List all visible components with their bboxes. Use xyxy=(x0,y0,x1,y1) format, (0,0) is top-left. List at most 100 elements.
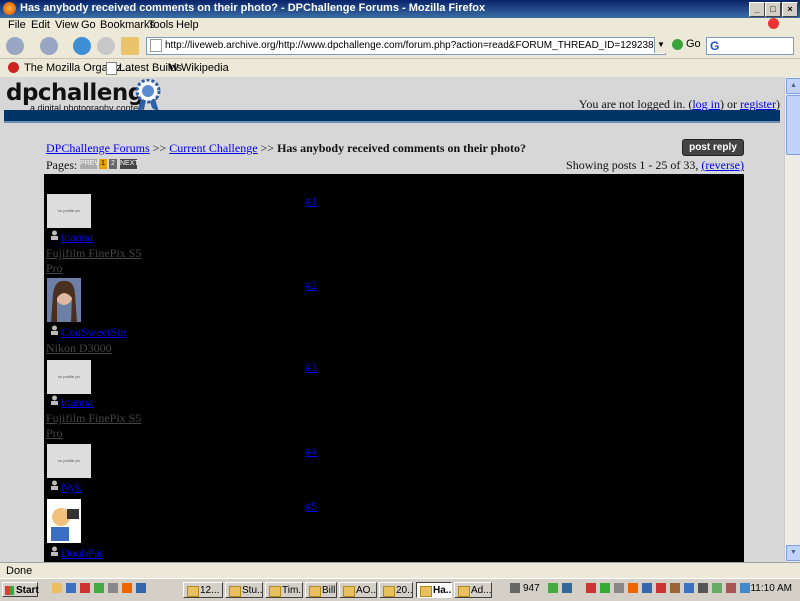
post-number-link[interactable]: #5 xyxy=(305,499,317,514)
post-number-link[interactable]: #2 xyxy=(305,278,317,293)
tray-icon[interactable] xyxy=(562,583,572,593)
taskbar-item[interactable]: Stu... xyxy=(225,582,263,598)
title-bar: Has anybody received comments on their p… xyxy=(0,0,800,18)
home-icon[interactable] xyxy=(121,37,139,55)
post-author-link[interactable]: ioanna xyxy=(61,230,93,245)
tray-icon[interactable] xyxy=(726,583,736,593)
taskbar-item[interactable]: 20... xyxy=(379,582,413,598)
menu-bookmarks[interactable]: Bookmarks xyxy=(100,19,155,31)
search-box[interactable]: G xyxy=(706,37,794,55)
post-author-link[interactable]: CouSweetSin xyxy=(61,325,126,340)
minimize-button[interactable]: _ xyxy=(749,2,765,17)
menu-edit[interactable]: Edit xyxy=(31,19,50,31)
windows-logo-icon xyxy=(5,586,14,595)
user-avatar[interactable] xyxy=(47,499,81,543)
no-profile-pic[interactable]: no profile pic xyxy=(47,360,91,394)
go-button[interactable]: Go xyxy=(672,38,701,50)
google-search-icon: G xyxy=(710,39,720,53)
taskbar-item[interactable]: Tim... xyxy=(265,582,303,598)
tray-icon[interactable] xyxy=(656,583,666,593)
quicklaunch-firefox-icon[interactable] xyxy=(122,583,132,593)
taskbar-item[interactable]: Ad... xyxy=(454,582,492,598)
login-link[interactable]: log in xyxy=(692,97,720,111)
quicklaunch-app-icon[interactable] xyxy=(80,583,90,593)
post-author-link[interactable]: DoubPat xyxy=(61,546,103,561)
tray-icon[interactable] xyxy=(628,583,638,593)
camera-link[interactable]: Fujifilm FinePix S5 xyxy=(46,246,141,261)
post-reply-button[interactable]: post reply xyxy=(682,139,744,156)
address-dropdown-button[interactable]: ▼ xyxy=(654,37,667,53)
volume-icon[interactable] xyxy=(740,583,750,593)
quicklaunch-extra-icon[interactable] xyxy=(136,583,146,593)
menu-view[interactable]: View xyxy=(55,19,79,31)
scroll-up-button[interactable]: ▲ xyxy=(786,78,800,94)
menu-go[interactable]: Go xyxy=(81,19,96,31)
camera-link-cont[interactable]: Pro xyxy=(46,261,63,276)
menu-tools[interactable]: Tools xyxy=(148,19,174,31)
page-2-button[interactable]: 2 xyxy=(109,159,117,169)
breadcrumb-forums[interactable]: DPChallenge Forums xyxy=(46,141,150,155)
tray-icon[interactable] xyxy=(684,583,694,593)
page-1-button[interactable]: 1 xyxy=(99,159,107,169)
quicklaunch-ie-icon[interactable] xyxy=(66,583,76,593)
quicklaunch-desktop-icon[interactable] xyxy=(94,583,104,593)
quicklaunch-folder-icon[interactable] xyxy=(52,583,62,593)
bookmark-wikipedia[interactable]: Wikipedia xyxy=(181,62,229,74)
tray-icon[interactable] xyxy=(670,583,680,593)
reload-icon[interactable] xyxy=(73,37,91,55)
tray-icon[interactable] xyxy=(586,583,596,593)
taskbar-item[interactable]: 12... xyxy=(183,582,223,598)
stop-icon[interactable] xyxy=(97,37,115,55)
post-number-link[interactable]: #3 xyxy=(305,360,317,375)
quicklaunch-media-icon[interactable] xyxy=(108,583,118,593)
no-profile-pic[interactable]: no profile pic xyxy=(47,194,91,228)
taskbar-item[interactable]: AO... xyxy=(339,582,377,598)
post-number-link[interactable]: #4 xyxy=(305,444,317,459)
breadcrumb-current-challenge[interactable]: Current Challenge xyxy=(169,141,257,155)
menu-file[interactable]: File xyxy=(8,19,26,31)
next-page-button[interactable]: NEXT xyxy=(120,159,139,169)
taskbar: Start 12... Stu... Tim... Bill... AO... … xyxy=(0,578,800,601)
prev-page-button[interactable]: PREV xyxy=(80,159,99,169)
tray-icon[interactable] xyxy=(600,583,610,593)
menu-help[interactable]: Help xyxy=(176,19,199,31)
maximize-button[interactable]: □ xyxy=(765,2,781,17)
posts-table: no profile pic ioanna Fujifilm FinePix S… xyxy=(44,174,744,562)
no-profile-pic[interactable]: no profile pic xyxy=(47,444,91,478)
close-button[interactable]: × xyxy=(782,2,798,17)
wikipedia-icon: W xyxy=(168,62,179,74)
start-button[interactable]: Start xyxy=(2,582,39,597)
window-title: Has anybody received comments on their p… xyxy=(20,2,486,14)
tray-icon[interactable] xyxy=(698,583,708,593)
register-link[interactable]: register xyxy=(740,97,776,111)
camera-link[interactable]: Nikon D3000 xyxy=(46,341,112,356)
user-icon xyxy=(51,395,58,405)
mozilla-icon xyxy=(8,62,19,73)
post-number-link[interactable]: #1 xyxy=(305,194,317,209)
scroll-thumb[interactable] xyxy=(786,95,800,155)
app-icon xyxy=(458,586,470,597)
user-icon xyxy=(51,325,58,335)
address-bar[interactable]: http://liveweb.archive.org/http://www.dp… xyxy=(146,37,666,55)
reverse-link[interactable]: (reverse) xyxy=(701,158,744,172)
tray-icon[interactable] xyxy=(712,583,722,593)
stop-loading-indicator-icon xyxy=(768,18,779,29)
header-divider xyxy=(4,121,780,123)
tray-icon[interactable] xyxy=(614,583,624,593)
tray-mail-icon[interactable] xyxy=(510,583,520,593)
taskbar-item[interactable]: Bill... xyxy=(305,582,337,598)
scroll-down-button[interactable]: ▼ xyxy=(786,545,800,561)
taskbar-item-active[interactable]: Ha... xyxy=(416,582,452,598)
post-author-link[interactable]: Nyk xyxy=(61,480,82,495)
tray-icon[interactable] xyxy=(642,583,652,593)
back-icon[interactable] xyxy=(6,37,24,55)
post-author-link[interactable]: ioanna xyxy=(61,395,93,410)
menu-bar: File Edit View Go Bookmarks Tools Help xyxy=(0,18,800,34)
tray-icon[interactable] xyxy=(548,583,558,593)
camera-link-cont[interactable]: Pro xyxy=(46,426,63,441)
page-bookmark-icon xyxy=(106,62,117,75)
vertical-scrollbar[interactable]: ▲ ▼ xyxy=(784,77,800,562)
forward-icon[interactable] xyxy=(40,37,58,55)
user-avatar[interactable] xyxy=(47,278,81,322)
camera-link[interactable]: Fujifilm FinePix S5 xyxy=(46,411,141,426)
